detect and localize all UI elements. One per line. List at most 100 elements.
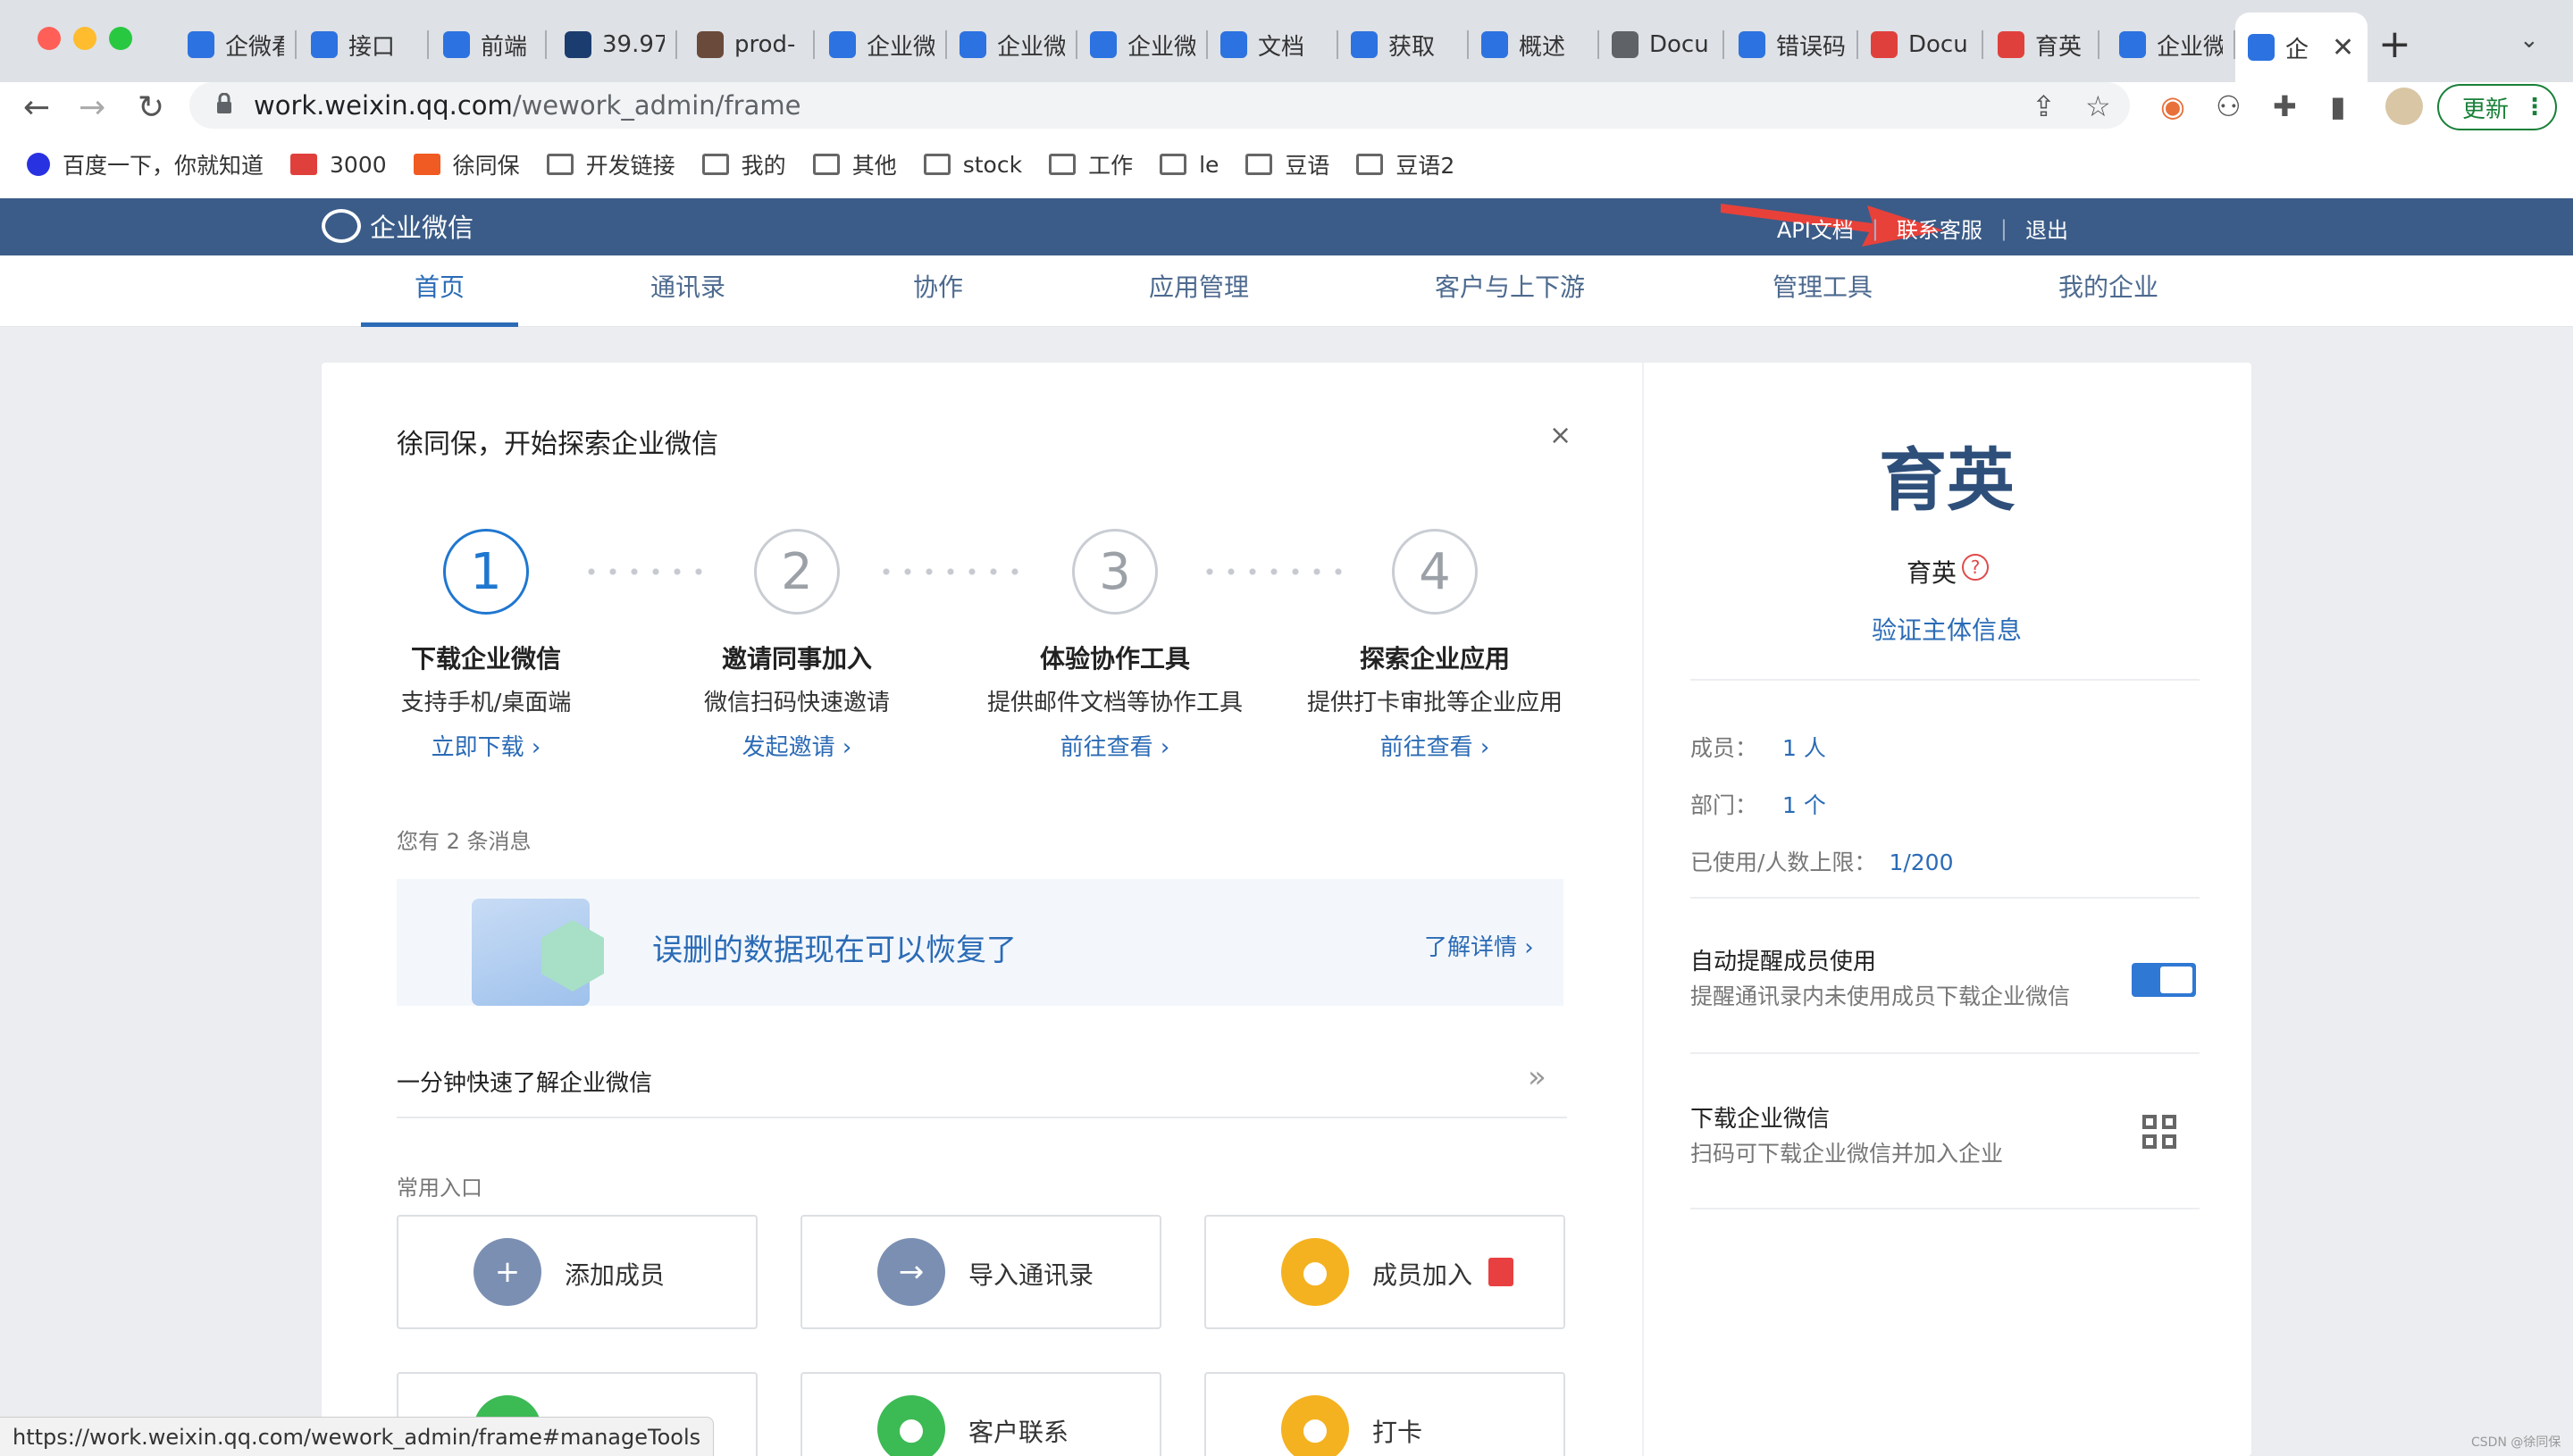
auto-remind-toggle[interactable] <box>2132 963 2196 997</box>
nav-collaboration[interactable]: 协作 <box>884 268 992 327</box>
help-question-icon[interactable]: ? <box>1962 554 1989 581</box>
step-2-number: 2 <box>754 529 840 615</box>
tab-separator <box>545 30 547 59</box>
back-arrow-icon[interactable]: ← <box>23 89 50 126</box>
qr-code-icon[interactable] <box>2142 1115 2176 1149</box>
tab-search-chevron-icon[interactable]: ⌄ <box>2519 27 2539 54</box>
tab-favicon-icon <box>1871 31 1898 58</box>
bookmark-folder[interactable]: 开发链接 <box>546 148 675 180</box>
watermark: CSDN @徐同保 <box>2471 1435 2561 1450</box>
browser-tab[interactable]: 接口 <box>298 13 429 77</box>
star-icon[interactable]: ☆ <box>2085 89 2111 123</box>
tab-title: 企业微 <box>997 33 1065 61</box>
welcome-title: 徐同保，开始探索企业微信 <box>397 429 718 460</box>
url-text[interactable]: work.weixin.qq.com/wework_admin/frame <box>254 90 800 121</box>
bookmark-item[interactable]: 3000 <box>290 152 387 178</box>
tab-favicon-icon <box>565 31 591 58</box>
browser-tab[interactable]: 39.97 <box>552 13 677 77</box>
add-member-button[interactable]: + 添加成员 <box>397 1215 758 1329</box>
import-contacts-button[interactable]: → 导入通讯录 <box>800 1215 1161 1329</box>
tab-title: Docu <box>1649 31 1709 58</box>
tab-close-icon[interactable]: ✕ <box>2332 32 2354 63</box>
tab-favicon-icon <box>1220 31 1247 58</box>
folder-icon <box>923 154 951 175</box>
nav-app-management[interactable]: 应用管理 <box>1126 268 1272 327</box>
browser-tab[interactable]: 错误码 <box>1726 13 1858 77</box>
window-maximize-button[interactable] <box>109 27 132 50</box>
puzzle-icon[interactable]: ✚ <box>2273 89 2297 123</box>
api-docs-link[interactable]: API文档 <box>1777 213 1854 244</box>
browser-tab[interactable]: 前端 <box>431 13 547 77</box>
browser-tab[interactable]: 文档 <box>1208 13 1338 77</box>
double-chevron-icon[interactable]: » <box>1528 1059 1546 1095</box>
nav-customers[interactable]: 客户与上下游 <box>1421 268 1599 327</box>
view-apps-link[interactable]: 前往查看 › <box>1283 729 1587 762</box>
add-user-icon: + <box>474 1238 541 1306</box>
send-invite-link[interactable]: 发起邀请 › <box>645 729 949 762</box>
learn-more-link[interactable]: 了解详情 › <box>1424 929 1534 962</box>
folder-icon <box>1245 154 1273 175</box>
update-button[interactable]: 更新 ⋮ <box>2437 84 2557 130</box>
extension-icon[interactable]: ⚇ <box>2216 89 2242 123</box>
verify-entity-link[interactable]: 验证主体信息 <box>1642 611 2251 647</box>
contact-support-link[interactable]: 联系客服 <box>1897 213 1982 244</box>
bookmark-item[interactable]: 徐同保 <box>413 148 520 180</box>
bookmark-folder[interactable]: 豆语 <box>1245 148 1329 180</box>
tab-favicon-icon <box>1739 31 1765 58</box>
sidepanel-icon[interactable]: ▮ <box>2330 89 2346 123</box>
tab-favicon-icon <box>1612 31 1639 58</box>
lock-icon <box>217 93 231 113</box>
browser-tab[interactable]: 获取 <box>1338 13 1469 77</box>
checkin-button[interactable]: ● 打卡 <box>1204 1372 1565 1456</box>
bookmark-folder[interactable]: 我的 <box>701 148 786 180</box>
browser-tab[interactable]: Docu <box>1858 13 1983 77</box>
banner-message[interactable]: 误删的数据现在可以恢复了 <box>652 925 1017 969</box>
close-icon[interactable]: × <box>1549 420 1571 451</box>
browser-tab[interactable]: 育英 <box>1985 13 2099 77</box>
tab-favicon-icon <box>2248 34 2275 61</box>
nav-my-enterprise[interactable]: 我的企业 <box>2037 268 2180 327</box>
nav-home[interactable]: 首页 <box>361 268 518 327</box>
brand-name: 企业微信 <box>370 213 474 243</box>
browser-tab[interactable]: 企 ✕ <box>2235 13 2368 82</box>
forward-arrow-icon[interactable]: → <box>79 89 105 126</box>
new-tab-button[interactable]: + <box>2378 21 2411 67</box>
bookmark-folder[interactable]: le <box>1160 152 1219 178</box>
tab-favicon-icon <box>1090 31 1117 58</box>
reload-icon[interactable]: ↻ <box>138 89 164 126</box>
tab-favicon-icon <box>1998 31 2024 58</box>
nav-management-tools[interactable]: 管理工具 <box>1751 268 1894 327</box>
window-minimize-button[interactable] <box>73 27 96 50</box>
intro-link[interactable]: 一分钟快速了解企业微信 <box>397 1065 652 1098</box>
bookmark-item[interactable]: 百度一下，你就知道 <box>27 148 264 180</box>
tab-title: 企业微 <box>2157 33 2223 61</box>
bookmark-folder[interactable]: 豆语2 <box>1356 148 1454 180</box>
browser-tab[interactable]: 企微看 <box>175 13 297 77</box>
share-icon[interactable]: ⇪ <box>2032 89 2056 123</box>
browser-tab[interactable]: 企业微 <box>1077 13 1208 77</box>
customer-contact-button[interactable]: ● 客户联系 <box>800 1372 1161 1456</box>
browser-tab[interactable]: 企业微 <box>817 13 947 77</box>
logout-link[interactable]: 退出 <box>2025 213 2068 244</box>
browser-tab[interactable]: prod- <box>684 13 815 77</box>
member-join-button[interactable]: ● 成员加入 <box>1204 1215 1565 1329</box>
bookmark-folder[interactable]: 工作 <box>1049 148 1133 180</box>
step-1-desc: 支持手机/桌面端 <box>400 690 572 716</box>
nav-contacts[interactable]: 通讯录 <box>625 268 750 327</box>
bookmark-folder[interactable]: stock <box>923 152 1022 178</box>
browser-tab[interactable]: 企业微 <box>947 13 1077 77</box>
panel-divider <box>1690 1208 2200 1209</box>
step-connector <box>1199 568 1356 575</box>
bookmark-folder[interactable]: 其他 <box>812 148 897 180</box>
extension-icon[interactable]: ◉ <box>2160 89 2185 123</box>
tab-title: 概述 <box>1519 33 1566 61</box>
download-now-link[interactable]: 立即下载 › <box>334 729 638 762</box>
browser-tab[interactable]: Docu <box>1599 13 1724 77</box>
window-close-button[interactable] <box>38 27 61 50</box>
browser-tab[interactable]: 概述 <box>1469 13 1599 77</box>
avatar[interactable] <box>2385 88 2423 125</box>
panel-divider <box>1690 897 2200 899</box>
brand-logo[interactable]: 企业微信 <box>322 207 474 245</box>
browser-tab[interactable]: 企业微 <box>2107 13 2235 77</box>
view-collab-link[interactable]: 前往查看 › <box>963 729 1267 762</box>
